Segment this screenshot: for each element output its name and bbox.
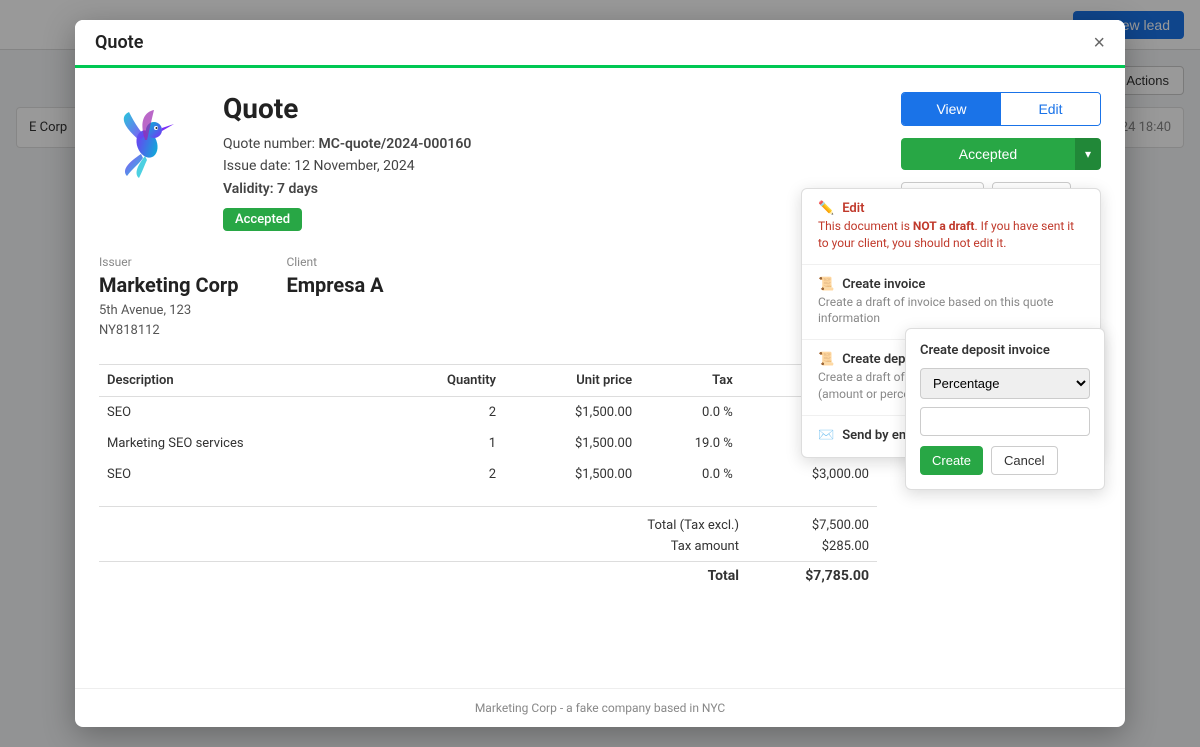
client-name: Empresa A bbox=[286, 273, 383, 297]
client-block: Client Empresa A bbox=[286, 255, 383, 340]
table-row: SEO 2 $1,500.00 0.0 % $3,000.00 bbox=[99, 459, 877, 490]
modal-footer: Marketing Corp - a fake company based in… bbox=[75, 688, 1125, 727]
row3-desc: SEO bbox=[99, 459, 383, 490]
quote-number-value: MC-quote/2024-000160 bbox=[318, 136, 471, 152]
quote-table: Description Quantity Unit price Tax Am S… bbox=[99, 364, 877, 490]
invoice-icon: 📜 bbox=[818, 277, 834, 292]
total-excl-label: Total (Tax excl.) bbox=[599, 518, 739, 533]
grand-total-label: Total bbox=[599, 568, 739, 584]
quote-modal: Quote × bbox=[75, 20, 1125, 727]
row3-amount: $3,000.00 bbox=[741, 459, 877, 490]
issuer-name: Marketing Corp bbox=[99, 273, 238, 297]
deposit-create-button[interactable]: Create bbox=[920, 446, 983, 475]
modal-body: Quote Quote number: MC-quote/2024-000160… bbox=[75, 68, 1125, 688]
row2-qty: 1 bbox=[383, 428, 504, 459]
deposit-value-input[interactable] bbox=[920, 407, 1090, 436]
row1-desc: SEO bbox=[99, 397, 383, 429]
table-row: Marketing SEO services 1 $1,500.00 19.0 … bbox=[99, 428, 877, 459]
row1-qty: 2 bbox=[383, 397, 504, 429]
deposit-buttons: Create Cancel bbox=[920, 446, 1090, 475]
row2-tax: 19.0 % bbox=[640, 428, 741, 459]
tax-amount-row: Tax amount $285.00 bbox=[99, 536, 877, 557]
totals-section: Total (Tax excl.) $7,500.00 Tax amount $… bbox=[99, 506, 877, 587]
issuer-label: Issuer bbox=[99, 255, 238, 269]
col-tax: Tax bbox=[640, 365, 741, 397]
dropdown-edit-header: ✏️ Edit bbox=[818, 201, 1084, 216]
accepted-dropdown: Accepted ▾ bbox=[901, 138, 1101, 170]
quote-status-badge: Accepted bbox=[223, 208, 302, 231]
client-label: Client bbox=[286, 255, 383, 269]
col-unit-price: Unit price bbox=[504, 365, 640, 397]
total-excl-row: Total (Tax excl.) $7,500.00 bbox=[99, 515, 877, 536]
quote-issue-value: 12 November, 2024 bbox=[294, 158, 414, 174]
issuer-block: Issuer Marketing Corp 5th Avenue, 123 NY… bbox=[99, 255, 238, 340]
deposit-icon: 📜 bbox=[818, 352, 834, 367]
dropdown-create-invoice-label: Create invoice bbox=[842, 277, 925, 292]
footer-text: Marketing Corp - a fake company based in… bbox=[475, 701, 725, 715]
row1-tax: 0.0 % bbox=[640, 397, 741, 429]
edit-button[interactable]: Edit bbox=[1001, 93, 1100, 125]
col-quantity: Quantity bbox=[383, 365, 504, 397]
row3-tax: 0.0 % bbox=[640, 459, 741, 490]
quote-validity-value: 7 days bbox=[277, 181, 318, 197]
quote-logo bbox=[99, 92, 199, 192]
row3-price: $1,500.00 bbox=[504, 459, 640, 490]
issuer-address2: NY818112 bbox=[99, 323, 160, 338]
deposit-type-select[interactable]: Percentage Amount bbox=[920, 368, 1090, 399]
quote-meta: Quote number: MC-quote/2024-000160 Issue… bbox=[223, 133, 877, 200]
quote-issue-label: Issue date: bbox=[223, 158, 291, 174]
dropdown-edit-label: Edit bbox=[842, 201, 864, 216]
issuer-address1: 5th Avenue, 123 bbox=[99, 303, 191, 318]
quote-main: Quote Quote number: MC-quote/2024-000160… bbox=[99, 92, 877, 587]
grand-total-row: Total $7,785.00 bbox=[99, 561, 877, 587]
view-button[interactable]: View bbox=[902, 93, 1001, 125]
modal-title: Quote bbox=[95, 32, 143, 53]
table-row: SEO 2 $1,500.00 0.0 % $3,0 bbox=[99, 397, 877, 429]
modal-close-button[interactable]: × bbox=[1093, 33, 1105, 53]
email-icon: ✉️ bbox=[818, 428, 834, 443]
row2-price: $1,500.00 bbox=[504, 428, 640, 459]
quote-doc-title: Quote bbox=[223, 92, 877, 125]
quote-validity-label: Validity: bbox=[223, 181, 274, 197]
view-edit-toggle: View Edit bbox=[901, 92, 1101, 126]
total-excl-value: $7,500.00 bbox=[779, 518, 869, 533]
quote-info: Quote Quote number: MC-quote/2024-000160… bbox=[223, 92, 877, 231]
tax-amount-label: Tax amount bbox=[599, 539, 739, 554]
col-description: Description bbox=[99, 365, 383, 397]
quote-number-label: Quote number: bbox=[223, 136, 315, 152]
edit-icon: ✏️ bbox=[818, 201, 834, 216]
row1-price: $1,500.00 bbox=[504, 397, 640, 429]
row2-desc: Marketing SEO services bbox=[99, 428, 383, 459]
parties-row: Issuer Marketing Corp 5th Avenue, 123 NY… bbox=[99, 255, 877, 340]
dropdown-edit-warning: This document is NOT a draft. If you hav… bbox=[818, 218, 1084, 252]
row3-qty: 2 bbox=[383, 459, 504, 490]
dropdown-edit-item[interactable]: ✏️ Edit This document is NOT a draft. If… bbox=[802, 189, 1100, 265]
deposit-popup-title: Create deposit invoice bbox=[920, 343, 1090, 358]
dropdown-create-invoice-desc: Create a draft of invoice based on this … bbox=[818, 294, 1084, 328]
deposit-cancel-button[interactable]: Cancel bbox=[991, 446, 1057, 475]
accepted-main-button[interactable]: Accepted bbox=[901, 138, 1075, 170]
modal-header: Quote × bbox=[75, 20, 1125, 68]
quote-header-row: Quote Quote number: MC-quote/2024-000160… bbox=[99, 92, 877, 231]
accepted-caret-button[interactable]: ▾ bbox=[1075, 138, 1101, 170]
deposit-invoice-popup: Create deposit invoice Percentage Amount… bbox=[905, 328, 1105, 490]
grand-total-value: $7,785.00 bbox=[779, 568, 869, 584]
company-logo-icon bbox=[109, 102, 189, 182]
tax-amount-value: $285.00 bbox=[779, 539, 869, 554]
dropdown-create-invoice-header: 📜 Create invoice bbox=[818, 277, 1084, 292]
